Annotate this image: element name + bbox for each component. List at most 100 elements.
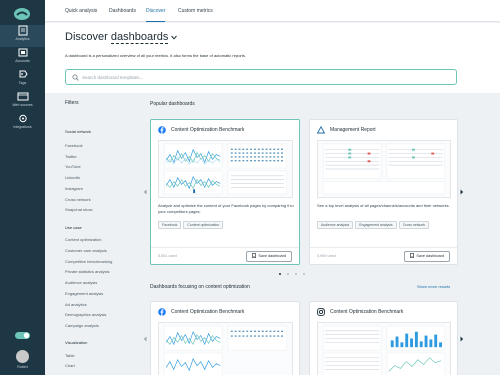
carousel-next-icon[interactable] bbox=[460, 189, 464, 195]
web-sources-icon bbox=[17, 92, 28, 101]
title-prefix: Discover bbox=[65, 31, 108, 43]
card-title: Management Report bbox=[330, 127, 376, 133]
bookmark-icon bbox=[410, 253, 415, 258]
save-dashboard-button[interactable]: Save dashboard bbox=[246, 251, 292, 262]
card-footer: 5,651 used Save dashboard bbox=[151, 247, 299, 265]
card-description: See a top level analysis of all pages/ch… bbox=[317, 203, 450, 208]
tab-custom-metrics[interactable]: Custom metrics bbox=[178, 0, 213, 22]
card-tags: Facebook Content optimization bbox=[158, 221, 225, 229]
side-rail: Analytics Accounts Tags Web sources Inte… bbox=[0, 0, 45, 375]
dashboard-search-input[interactable]: Search dashboard templates... bbox=[65, 69, 457, 85]
filter-group-title: Social network bbox=[65, 129, 92, 134]
app: Analytics Accounts Tags Web sources Inte… bbox=[0, 0, 500, 375]
user-menu[interactable]: Robert bbox=[0, 350, 45, 369]
page-title: Discover dashboards bbox=[65, 31, 178, 44]
carousel-prev-icon[interactable] bbox=[143, 189, 147, 195]
filter-option[interactable]: Instagram bbox=[65, 186, 83, 191]
filter-option[interactable]: Competitive benchmarking bbox=[65, 259, 112, 264]
usage-count: 3,969 used bbox=[317, 254, 336, 258]
tag-chip[interactable]: Audience analysis bbox=[317, 221, 354, 229]
filter-option[interactable]: Table bbox=[65, 353, 75, 358]
focus-section-title: Dashboards focusing on content optimizat… bbox=[150, 284, 250, 290]
filter-option[interactable]: Content optimization bbox=[65, 237, 101, 242]
carousel-dot[interactable] bbox=[295, 273, 297, 275]
filter-option[interactable]: Chart bbox=[65, 363, 75, 368]
rail-label: Integrations bbox=[13, 125, 32, 129]
tag-chip[interactable]: Cross network bbox=[398, 221, 430, 229]
filter-option[interactable]: Private statistics analysis bbox=[65, 269, 109, 274]
carousel-prev-icon[interactable] bbox=[143, 336, 147, 342]
popular-section-title: Popular dashboards bbox=[150, 101, 195, 107]
filter-option[interactable]: Audience analysis bbox=[65, 280, 97, 285]
dashboard-card[interactable]: Management Report See a top level analys… bbox=[309, 119, 458, 265]
analytics-icon bbox=[18, 25, 27, 36]
dashboard-card[interactable]: Content Optimization Benchmark bbox=[309, 301, 458, 375]
card-description: Analyze and optimize the content of your… bbox=[158, 203, 294, 214]
bookmark-icon bbox=[252, 253, 257, 258]
usage-count: 5,651 used bbox=[158, 254, 177, 258]
card-footer: 3,969 used Save dashboard bbox=[310, 247, 457, 265]
dashboard-preview-image bbox=[158, 322, 293, 375]
integrations-icon bbox=[18, 114, 27, 123]
carousel-dot[interactable] bbox=[303, 273, 305, 275]
dashboard-card[interactable]: Content Optimization Benchmark Analyze a… bbox=[150, 119, 300, 265]
dashboard-card[interactable]: Content Optimization Benchmark bbox=[150, 301, 300, 375]
filters-title: Filters bbox=[65, 100, 79, 106]
rail-item-analytics[interactable]: Analytics bbox=[0, 25, 45, 47]
dashboards-type-select[interactable]: dashboards bbox=[110, 31, 169, 44]
filter-option[interactable]: LinkedIn bbox=[65, 175, 80, 180]
tab-dashboards[interactable]: Dashboards bbox=[109, 0, 136, 22]
tag-chip[interactable]: Facebook bbox=[158, 221, 182, 229]
cross-network-icon bbox=[317, 125, 325, 133]
app-logo[interactable] bbox=[12, 6, 32, 22]
page-header: Discover dashboards A dashboard is a per… bbox=[45, 23, 500, 93]
tag-icon bbox=[19, 70, 28, 78]
rail-item-integrations[interactable]: Integrations bbox=[0, 113, 45, 135]
search-placeholder: Search dashboard templates... bbox=[82, 74, 144, 80]
tab-quick-analysis[interactable]: Quick analysis bbox=[65, 0, 97, 22]
dashboard-preview-image bbox=[317, 140, 451, 198]
save-button-label: Save dashboard bbox=[416, 254, 444, 258]
rail-item-accounts[interactable]: Accounts bbox=[0, 47, 45, 69]
rail-label: Web sources bbox=[12, 103, 33, 107]
filter-option[interactable]: Facebook bbox=[65, 143, 83, 148]
card-title: Content Optimization Benchmark bbox=[171, 127, 245, 133]
carousel-next-icon[interactable] bbox=[460, 336, 464, 342]
rail-item-web-sources[interactable]: Web sources bbox=[0, 91, 45, 113]
filter-group-title: Visualization bbox=[65, 340, 88, 345]
search-icon bbox=[72, 74, 79, 81]
rail-label: Tags bbox=[18, 81, 27, 85]
filter-option[interactable]: Customer care analysis bbox=[65, 248, 107, 253]
tag-chip[interactable]: Content optimization bbox=[183, 221, 224, 229]
accounts-icon bbox=[18, 48, 27, 57]
save-dashboard-button[interactable]: Save dashboard bbox=[404, 251, 450, 262]
premium-switch[interactable] bbox=[7, 332, 38, 340]
top-nav: Quick analysis Dashboards Discover Custo… bbox=[45, 0, 500, 22]
card-tags: Audience analysis Engagement analysis Cros… bbox=[317, 221, 431, 229]
filter-option[interactable]: YouTube bbox=[65, 164, 81, 169]
rail-item-tags[interactable]: Tags bbox=[0, 69, 45, 91]
show-more-results-link[interactable]: Show more results bbox=[417, 284, 450, 289]
carousel-dot[interactable] bbox=[287, 273, 289, 275]
filter-option[interactable]: Twitter bbox=[65, 154, 77, 159]
filter-option[interactable]: Ad analytics bbox=[65, 302, 87, 307]
facebook-icon bbox=[158, 307, 166, 316]
rail-label: Analytics bbox=[15, 37, 30, 41]
tag-chip[interactable]: Engagement analysis bbox=[355, 221, 397, 229]
facebook-icon bbox=[158, 125, 166, 134]
user-name: Robert bbox=[17, 365, 28, 369]
filter-option[interactable]: Demographics analysis bbox=[65, 312, 106, 317]
filter-option[interactable]: Campaign analysis bbox=[65, 323, 99, 328]
tab-discover[interactable]: Discover bbox=[146, 0, 166, 22]
filter-option[interactable]: Engagement analysis bbox=[65, 291, 103, 296]
rail-label: Accounts bbox=[15, 59, 30, 63]
carousel-pagination bbox=[279, 273, 309, 276]
save-button-label: Save dashboard bbox=[258, 254, 286, 258]
carousel-dot[interactable] bbox=[279, 273, 281, 275]
filter-option[interactable]: Snapchat show bbox=[65, 207, 92, 212]
card-title: Content Optimization Benchmark bbox=[330, 309, 404, 315]
filter-group-title: Use case bbox=[65, 225, 82, 230]
chevron-down-icon[interactable] bbox=[171, 35, 178, 40]
filter-option[interactable]: Cross network bbox=[65, 197, 91, 202]
avatar bbox=[16, 350, 29, 363]
